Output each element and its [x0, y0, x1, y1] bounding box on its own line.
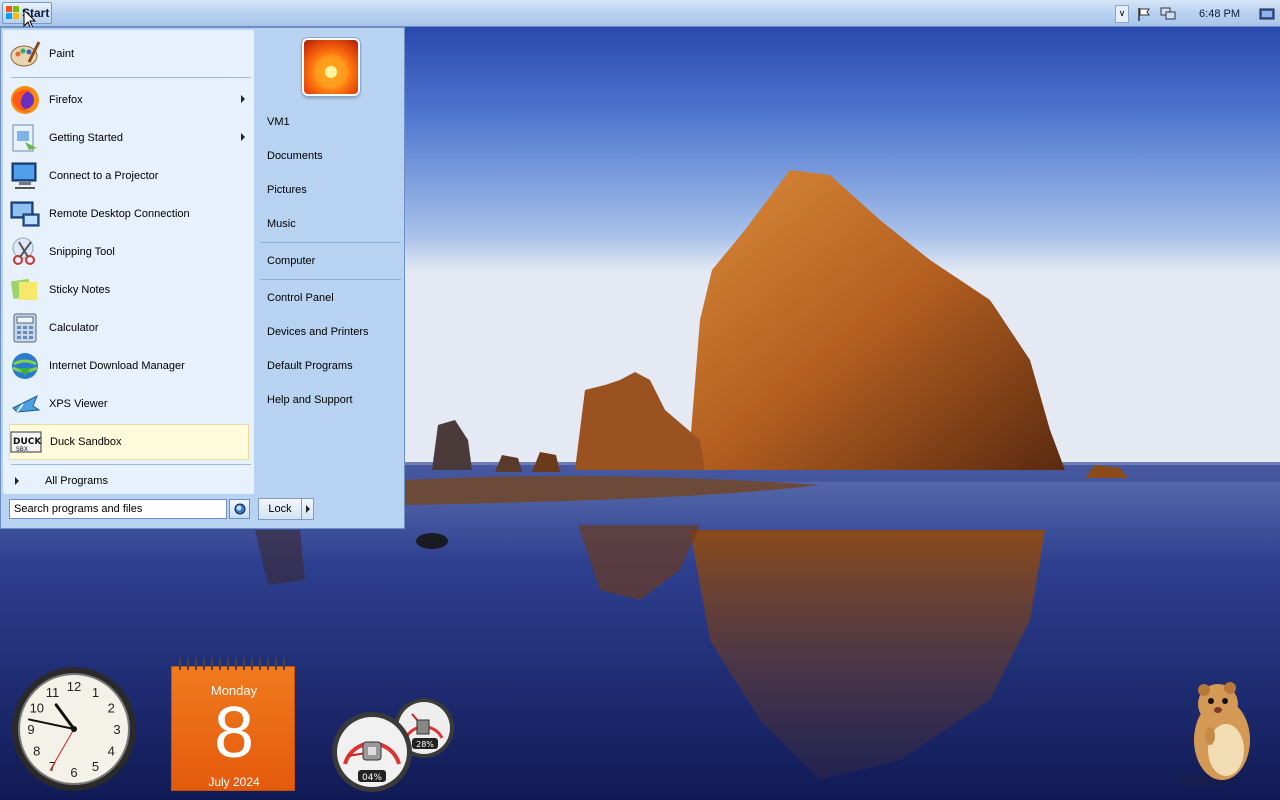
memory-percent: 28%: [416, 740, 434, 749]
double-chevron-down-icon: ∨: [1118, 8, 1126, 18]
calendar-gadget[interactable]: Monday 8 July 2024: [171, 658, 295, 791]
calendar-date: 8: [213, 693, 255, 773]
place-help-and-support[interactable]: Help and Support: [267, 389, 400, 411]
all-programs-button[interactable]: All Programs: [11, 470, 251, 492]
all-programs-separator: [11, 464, 251, 465]
clock-numeral: 1: [92, 685, 99, 700]
hamster-icon: [1174, 682, 1250, 786]
calendar-page: Monday 8 July 2024: [171, 666, 295, 791]
start-menu-footer: Search programs and files Lock: [3, 495, 404, 528]
submenu-arrow-icon: [241, 95, 245, 103]
program-label: Calculator: [49, 322, 99, 334]
program-label: Paint: [49, 48, 75, 60]
calculator-icon: [9, 312, 41, 344]
program-remote-desktop[interactable]: Remote Desktop Connection: [9, 196, 249, 232]
clock-gadget[interactable]: 123456789101112: [10, 665, 138, 793]
getting-started-icon: [9, 122, 41, 154]
remote-desktop-icon: [9, 198, 41, 230]
user-avatar[interactable]: [302, 38, 360, 96]
search-icon: [234, 503, 245, 515]
program-calculator[interactable]: Calculator: [9, 310, 249, 346]
sticky-notes-icon: [9, 274, 41, 306]
search-input[interactable]: Search programs and files: [9, 499, 227, 519]
place-music[interactable]: Music: [267, 213, 400, 235]
program-paint[interactable]: Paint: [9, 36, 249, 72]
lock-button[interactable]: Lock: [258, 498, 302, 520]
clock-numeral: 9: [27, 722, 34, 737]
program-label: Getting Started: [49, 132, 123, 144]
place-vm1[interactable]: VM1: [267, 111, 400, 133]
search-button[interactable]: [229, 499, 250, 519]
paint-icon: [9, 38, 41, 70]
clock-numeral: 2: [108, 701, 115, 716]
expand-arrow-icon: [15, 477, 19, 485]
firefox-icon: [9, 84, 41, 116]
place-documents[interactable]: Documents: [267, 145, 400, 167]
clock-numeral: 6: [70, 765, 77, 780]
clock-numeral: 11: [46, 685, 60, 700]
flower-picture-icon: [313, 54, 349, 90]
program-connect-to-projector[interactable]: Connect to a Projector: [9, 158, 249, 194]
analog-clock: 123456789101112: [12, 667, 136, 791]
start-menu-places-pane: VM1 Documents Pictures Music Computer Co…: [255, 30, 404, 494]
network-icon[interactable]: [1159, 5, 1177, 23]
program-snipping-tool[interactable]: Snipping Tool: [9, 234, 249, 270]
calendar-month-year: July 2024: [208, 775, 260, 789]
clock-numeral: 3: [113, 722, 120, 737]
place-pictures[interactable]: Pictures: [267, 179, 400, 201]
arrow-right-icon: [305, 505, 310, 513]
windows-logo-icon: [6, 6, 19, 19]
action-center-flag-icon[interactable]: [1135, 5, 1153, 23]
show-desktop-button[interactable]: [1258, 5, 1276, 23]
program-getting-started[interactable]: Getting Started: [9, 120, 249, 156]
taskbar-clock[interactable]: 6:48 PM: [1199, 8, 1240, 20]
shutdown-options-button[interactable]: [302, 498, 314, 520]
clock-numeral: 4: [108, 744, 115, 759]
clock-numeral: 8: [33, 744, 40, 759]
program-label: Internet Download Manager: [49, 360, 185, 372]
start-menu: Paint Firefox Getting Started Connect to…: [0, 27, 405, 529]
clock-numeral: 5: [92, 759, 99, 774]
program-xps-viewer[interactable]: XPS Viewer: [9, 386, 249, 422]
program-sticky-notes[interactable]: Sticky Notes: [9, 272, 249, 308]
place-devices-and-printers[interactable]: Devices and Printers: [267, 321, 400, 343]
places-separator: [261, 279, 401, 280]
submenu-arrow-icon: [241, 133, 245, 141]
system-tray: ∨ 6:48 PM: [1115, 2, 1280, 25]
scissors-icon: [9, 236, 41, 268]
projector-icon: [9, 160, 41, 192]
place-default-programs[interactable]: Default Programs: [267, 355, 400, 377]
program-label: Duck Sandbox: [50, 436, 122, 448]
clock-numeral: 12: [67, 679, 81, 694]
cpu-meter-gadget[interactable]: 04% 28%: [330, 696, 456, 792]
show-hidden-icons-button[interactable]: ∨: [1115, 4, 1130, 23]
cpu-percent: 04%: [362, 773, 382, 783]
hamster-gadget[interactable]: [1170, 680, 1260, 790]
program-label: Remote Desktop Connection: [49, 208, 190, 220]
svg-text:SBX: SBX: [16, 446, 28, 453]
xps-viewer-icon: [9, 388, 41, 420]
program-firefox[interactable]: Firefox: [9, 82, 249, 118]
cpu-meter-graphic: 04% 28%: [332, 698, 454, 792]
clock-numeral: 10: [30, 701, 44, 716]
program-label: Firefox: [49, 94, 83, 106]
program-label: Sticky Notes: [49, 284, 111, 296]
program-internet-download-manager[interactable]: Internet Download Manager: [9, 348, 249, 384]
all-programs-label: All Programs: [45, 475, 108, 487]
download-manager-icon: [9, 350, 41, 382]
place-computer[interactable]: Computer: [267, 250, 400, 272]
program-label: Snipping Tool: [49, 246, 115, 258]
program-label: Connect to a Projector: [49, 170, 159, 182]
program-duck-sandbox[interactable]: DUCK SBX Duck Sandbox: [9, 424, 249, 460]
taskbar: Start ∨ 6:48 PM: [0, 0, 1280, 27]
places-separator: [261, 242, 401, 243]
duck-sandbox-icon: DUCK SBX: [10, 426, 42, 458]
place-control-panel[interactable]: Control Panel: [267, 287, 400, 309]
start-menu-programs-pane: Paint Firefox Getting Started Connect to…: [3, 30, 254, 494]
calendar-rings: [175, 658, 291, 670]
pinned-separator: [11, 77, 251, 78]
program-label: XPS Viewer: [49, 398, 108, 410]
show-desktop-icon: [1259, 8, 1275, 19]
